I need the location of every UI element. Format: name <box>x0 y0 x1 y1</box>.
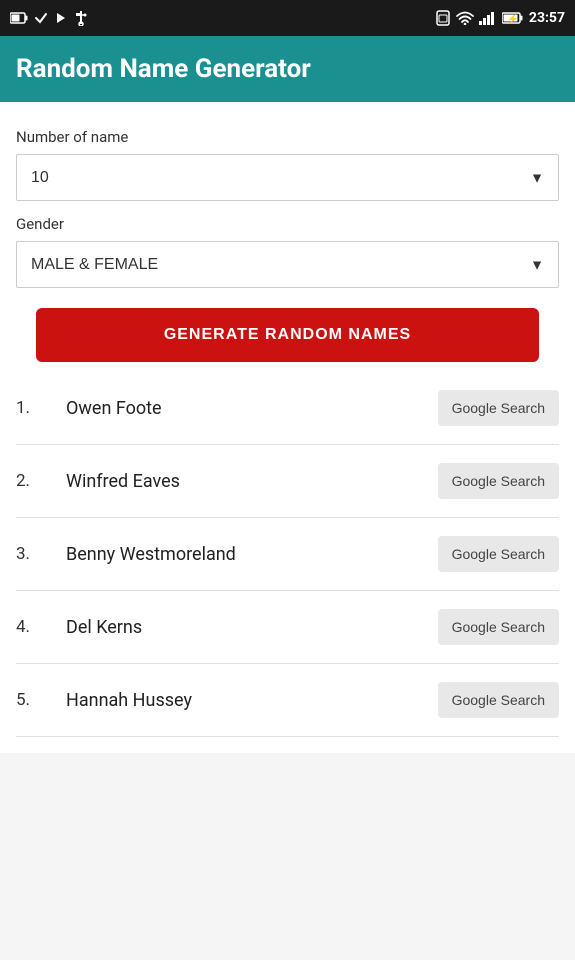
google-search-button-4[interactable]: Google Search <box>438 609 559 645</box>
number-of-name-section: Number of name 5 10 15 20 ▼ <box>16 128 559 201</box>
number-of-name-select-wrapper[interactable]: 5 10 15 20 ▼ <box>16 154 559 201</box>
google-search-button-3[interactable]: Google Search <box>438 536 559 572</box>
generate-button[interactable]: GENERATE RANDOM NAMES <box>36 308 539 362</box>
time-display: 23:57 <box>529 10 565 26</box>
wifi-icon <box>456 11 474 25</box>
name-number-4: 4. <box>16 617 66 637</box>
gender-select-wrapper[interactable]: MALE FEMALE MALE & FEMALE ▼ <box>16 241 559 288</box>
sim-icon <box>435 10 451 26</box>
google-search-button-5[interactable]: Google Search <box>438 682 559 718</box>
svg-text:⚡: ⚡ <box>507 13 518 24</box>
number-of-name-label: Number of name <box>16 128 559 146</box>
name-text-2: Winfred Eaves <box>66 471 438 492</box>
check-icon <box>34 11 48 25</box>
play-icon <box>54 11 68 25</box>
table-row: 1. Owen Foote Google Search <box>16 372 559 445</box>
name-text-4: Del Kerns <box>66 617 438 638</box>
table-row: 3. Benny Westmoreland Google Search <box>16 518 559 591</box>
name-number-3: 3. <box>16 544 66 564</box>
table-row: 2. Winfred Eaves Google Search <box>16 445 559 518</box>
battery-icon <box>10 12 28 24</box>
status-icons-left <box>10 10 88 26</box>
signal-icon <box>479 11 497 25</box>
gender-section: Gender MALE FEMALE MALE & FEMALE ▼ <box>16 215 559 288</box>
name-number-2: 2. <box>16 471 66 491</box>
names-list: 1. Owen Foote Google Search 2. Winfred E… <box>16 372 559 737</box>
name-text-3: Benny Westmoreland <box>66 544 438 565</box>
name-text-5: Hannah Hussey <box>66 690 438 711</box>
google-search-button-2[interactable]: Google Search <box>438 463 559 499</box>
name-number-5: 5. <box>16 690 66 710</box>
usb-icon <box>74 10 88 26</box>
battery-charging-icon: ⚡ <box>502 12 524 24</box>
status-bar: ⚡ 23:57 <box>0 0 575 36</box>
main-content: Number of name 5 10 15 20 ▼ Gender MALE … <box>0 102 575 753</box>
name-text-1: Owen Foote <box>66 398 438 419</box>
table-row: 4. Del Kerns Google Search <box>16 591 559 664</box>
table-row: 5. Hannah Hussey Google Search <box>16 664 559 737</box>
app-title: Random Name Generator <box>16 54 559 84</box>
number-of-name-select[interactable]: 5 10 15 20 <box>17 155 558 200</box>
name-number-1: 1. <box>16 398 66 418</box>
gender-select[interactable]: MALE FEMALE MALE & FEMALE <box>17 242 558 287</box>
status-icons-right: ⚡ 23:57 <box>435 10 565 26</box>
gender-label: Gender <box>16 215 559 233</box>
google-search-button-1[interactable]: Google Search <box>438 390 559 426</box>
app-header: Random Name Generator <box>0 36 575 102</box>
